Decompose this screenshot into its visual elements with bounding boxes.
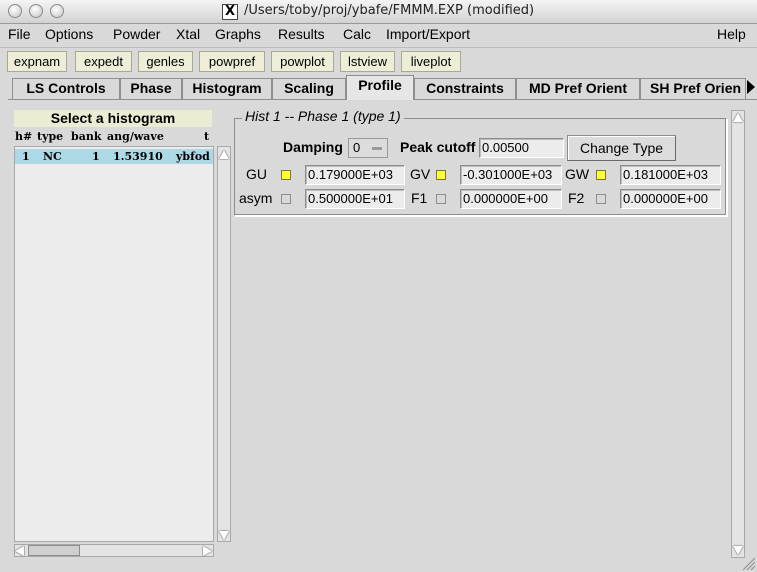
gv-refine-checkbox[interactable] <box>436 170 446 180</box>
row-num: 1 <box>22 150 30 163</box>
liveplot-button[interactable]: liveplot <box>401 51 461 72</box>
row-angwave: 1.53910 <box>113 150 163 163</box>
profile-vertical-scrollbar[interactable] <box>731 110 745 558</box>
x11-icon: X <box>222 4 238 20</box>
genles-button[interactable]: genles <box>138 51 193 72</box>
window-title: /Users/toby/proj/ybafe/FMMM.EXP (modifie… <box>244 3 535 18</box>
f1-refine-checkbox[interactable] <box>436 194 446 204</box>
change-type-button[interactable]: Change Type <box>567 135 676 161</box>
header-bank: bank <box>71 130 102 143</box>
row-type: NC <box>43 150 62 163</box>
powplot-button[interactable]: powplot <box>271 51 334 72</box>
row-bank: 1 <box>92 150 100 163</box>
tab-sh-pref-orient[interactable]: SH Pref Orien <box>640 78 746 99</box>
menu-options[interactable]: Options <box>45 26 93 42</box>
tab-histogram[interactable]: Histogram <box>182 78 272 99</box>
histogram-listbox[interactable] <box>14 146 214 542</box>
minimize-window-button[interactable] <box>29 4 43 18</box>
profile-scroll-up-icon[interactable] <box>733 113 743 122</box>
scroll-right-icon[interactable] <box>203 546 212 556</box>
tab-md-pref-orient[interactable]: MD Pref Orient <box>516 78 640 99</box>
tab-ls-controls[interactable]: LS Controls <box>12 78 120 99</box>
profile-scroll-down-icon[interactable] <box>733 546 743 555</box>
tab-phase[interactable]: Phase <box>120 78 182 99</box>
expnam-button[interactable]: expnam <box>7 51 67 72</box>
menu-calc[interactable]: Calc <box>343 26 371 42</box>
powpref-button[interactable]: powpref <box>199 51 265 72</box>
menu-help[interactable]: Help <box>717 26 746 42</box>
gv-label: GV <box>410 166 431 182</box>
tab-scaling[interactable]: Scaling <box>272 78 346 99</box>
header-type: type <box>37 130 64 143</box>
asym-refine-checkbox[interactable] <box>281 194 291 204</box>
asym-label: asym <box>239 190 273 206</box>
peak-cutoff-label: Peak cutoff <box>400 139 476 155</box>
f1-input[interactable]: 0.000000E+00 <box>460 189 562 209</box>
scroll-down-icon[interactable] <box>219 531 229 540</box>
f2-label: F2 <box>568 190 585 206</box>
tab-profile[interactable]: Profile <box>346 75 414 100</box>
menu-graphs[interactable]: Graphs <box>215 26 261 42</box>
expedt-button[interactable]: expedt <box>75 51 132 72</box>
horizontal-scroll-thumb[interactable] <box>28 545 80 556</box>
damping-menubutton[interactable]: 0 <box>348 138 388 158</box>
damping-label: Damping <box>283 139 343 155</box>
menu-results[interactable]: Results <box>278 26 325 42</box>
gw-label: GW <box>565 166 590 182</box>
menu-xtal[interactable]: Xtal <box>176 26 200 42</box>
tab-scroll-right-icon[interactable] <box>747 80 755 94</box>
close-window-button[interactable] <box>8 4 22 18</box>
menu-import-export[interactable]: Import/Export <box>386 26 470 42</box>
scroll-up-icon[interactable] <box>219 150 229 159</box>
header-angwave: ang/wave <box>107 130 164 143</box>
f1-label: F1 <box>411 190 428 206</box>
damping-value: 0 <box>353 140 361 155</box>
header-t: t <box>204 130 210 143</box>
gw-input[interactable]: 0.181000E+03 <box>620 165 721 185</box>
header-num: h# <box>15 130 33 143</box>
gu-label: GU <box>246 166 267 182</box>
zoom-window-button[interactable] <box>50 4 64 18</box>
gv-input[interactable]: -0.301000E+03 <box>460 165 562 185</box>
peak-cutoff-input[interactable]: 0.00500 <box>479 138 564 158</box>
gw-refine-checkbox[interactable] <box>596 170 606 180</box>
profile-frame-title: Hist 1 -- Phase 1 (type 1) <box>242 108 404 124</box>
menu-powder[interactable]: Powder <box>113 26 160 42</box>
f2-input[interactable]: 0.000000E+00 <box>620 189 721 209</box>
histogram-vertical-scrollbar[interactable] <box>217 146 231 542</box>
menu-indicator-icon <box>372 147 382 150</box>
tab-constraints[interactable]: Constraints <box>414 78 516 99</box>
histogram-list-title: Select a histogram <box>14 110 212 127</box>
resize-grip-icon[interactable] <box>741 558 755 570</box>
asym-input[interactable]: 0.500000E+01 <box>305 189 405 209</box>
f2-refine-checkbox[interactable] <box>596 194 606 204</box>
row-t: ybfod <box>176 150 210 163</box>
gu-input[interactable]: 0.179000E+03 <box>305 165 405 185</box>
menu-file[interactable]: File <box>8 26 31 42</box>
lstview-button[interactable]: lstview <box>340 51 395 72</box>
scroll-left-icon[interactable] <box>15 546 24 556</box>
gu-refine-checkbox[interactable] <box>281 170 291 180</box>
